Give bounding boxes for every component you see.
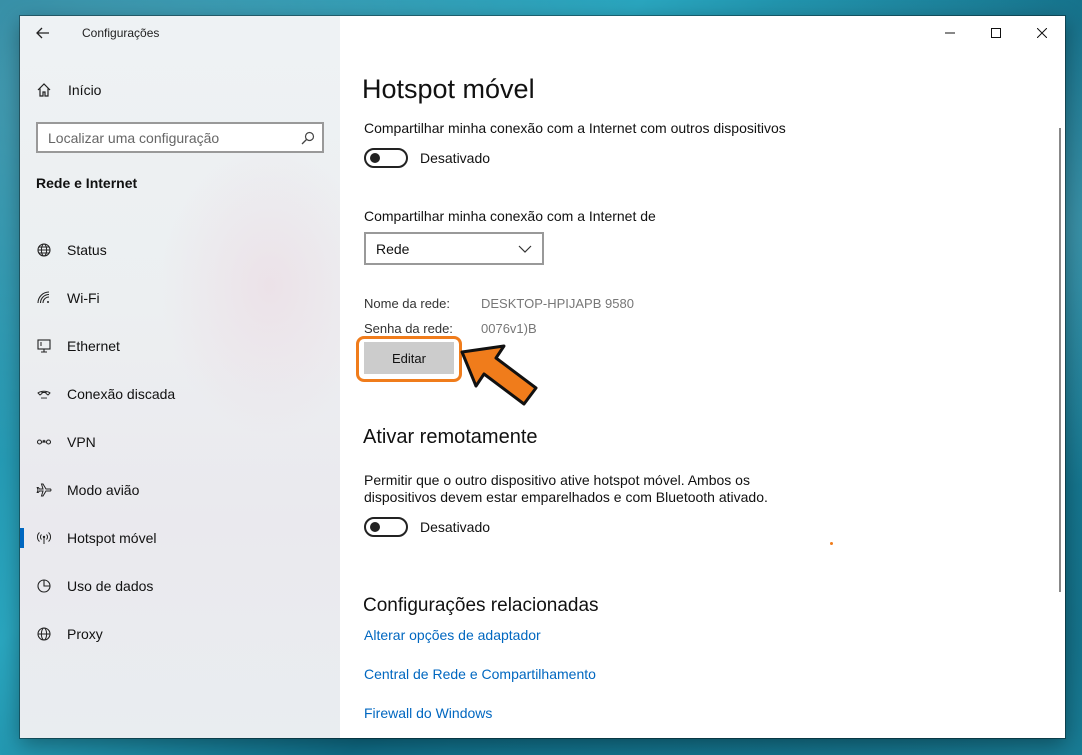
link-network-sharing-center[interactable]: Central de Rede e Compartilhamento (364, 666, 596, 682)
remote-title: Ativar remotamente (363, 426, 538, 448)
globe-icon (20, 626, 67, 642)
ethernet-icon (20, 338, 67, 354)
orange-dot (830, 542, 833, 545)
section-title: Rede e Internet (36, 175, 138, 191)
share-from-label: Compartilhar minha conexão com a Interne… (364, 208, 656, 224)
network-name-value: DESKTOP-HPIJAPB 9580 (481, 296, 634, 311)
vpn-icon (20, 434, 67, 450)
nav-home[interactable]: Início (20, 74, 340, 106)
link-windows-firewall[interactable]: Firewall do Windows (364, 705, 492, 721)
remote-desc-line2: dispositivos devem estar emparelhados e … (364, 489, 768, 505)
globe-status-icon (20, 242, 67, 258)
sidebar-item-proxy[interactable]: Proxy (20, 610, 340, 658)
network-password-value: 0076v1)B (481, 321, 537, 336)
sidebar: Configurações Início Rede e Internet Sta… (20, 16, 380, 738)
sidebar-item-label: Modo avião (67, 482, 140, 498)
sidebar-item-airplane[interactable]: Modo avião (20, 466, 340, 514)
settings-window: Configurações Início Rede e Internet Sta… (20, 16, 1065, 738)
sidebar-item-label: Wi-Fi (67, 290, 100, 306)
sidebar-item-label: Proxy (67, 626, 103, 642)
link-adapter-options[interactable]: Alterar opções de adaptador (364, 627, 541, 643)
dialup-icon (20, 386, 67, 402)
sidebar-item-label: Uso de dados (67, 578, 154, 594)
minimize-icon (945, 32, 955, 34)
data-usage-icon (20, 578, 67, 594)
close-icon (1037, 28, 1047, 38)
maximize-icon (991, 28, 1001, 38)
share-toggle-state: Desativado (420, 150, 491, 166)
sidebar-item-label: Ethernet (67, 338, 120, 354)
titlebar-left: Configurações (20, 16, 340, 50)
maximize-button[interactable] (973, 16, 1019, 50)
nav-home-label: Início (68, 82, 102, 98)
share-from-select[interactable]: Rede (364, 232, 544, 265)
back-arrow-icon (36, 27, 49, 39)
close-button[interactable] (1019, 16, 1065, 50)
network-name-key: Nome da rede: (364, 296, 450, 311)
home-icon (20, 82, 68, 98)
main-panel: Hotspot móvel Compartilhar minha conexão… (340, 16, 1065, 738)
wifi-icon (20, 290, 67, 306)
sidebar-item-label: Hotspot móvel (67, 530, 157, 546)
search-box[interactable] (36, 122, 324, 153)
remote-desc-line1: Permitir que o outro dispositivo ative h… (364, 472, 750, 488)
related-title: Configurações relacionadas (363, 595, 599, 616)
sidebar-item-data-usage[interactable]: Uso de dados (20, 562, 340, 610)
sidebar-item-label: VPN (67, 434, 96, 450)
edit-button[interactable]: Editar (364, 342, 454, 374)
search-icon[interactable] (294, 131, 322, 145)
scrollbar[interactable] (1059, 128, 1061, 592)
share-from-selected: Rede (376, 240, 410, 257)
sidebar-item-status[interactable]: Status (20, 226, 340, 274)
nav-list: Status Wi-Fi Ethernet Conexão discada VP… (20, 226, 340, 658)
sidebar-item-hotspot[interactable]: Hotspot móvel (20, 514, 340, 562)
sidebar-item-label: Conexão discada (67, 386, 176, 402)
chevron-down-icon (518, 241, 532, 257)
sidebar-item-ethernet[interactable]: Ethernet (20, 322, 340, 370)
window-controls (927, 16, 1065, 50)
remote-toggle-state: Desativado (420, 519, 491, 535)
search-input[interactable] (48, 129, 294, 146)
network-password-key: Senha da rede: (364, 321, 453, 336)
airplane-icon (20, 482, 67, 498)
app-title: Configurações (82, 26, 160, 40)
hotspot-icon (20, 530, 67, 546)
share-toggle[interactable] (364, 148, 408, 168)
back-button[interactable] (20, 16, 66, 50)
sidebar-item-wifi[interactable]: Wi-Fi (20, 274, 340, 322)
sidebar-item-label: Status (67, 242, 107, 258)
minimize-button[interactable] (927, 16, 973, 50)
page-title: Hotspot móvel (362, 74, 535, 104)
remote-toggle[interactable] (364, 517, 408, 537)
sidebar-item-dialup[interactable]: Conexão discada (20, 370, 340, 418)
pointer-arrow-icon (460, 344, 538, 406)
share-label: Compartilhar minha conexão com a Interne… (364, 120, 786, 136)
sidebar-item-vpn[interactable]: VPN (20, 418, 340, 466)
